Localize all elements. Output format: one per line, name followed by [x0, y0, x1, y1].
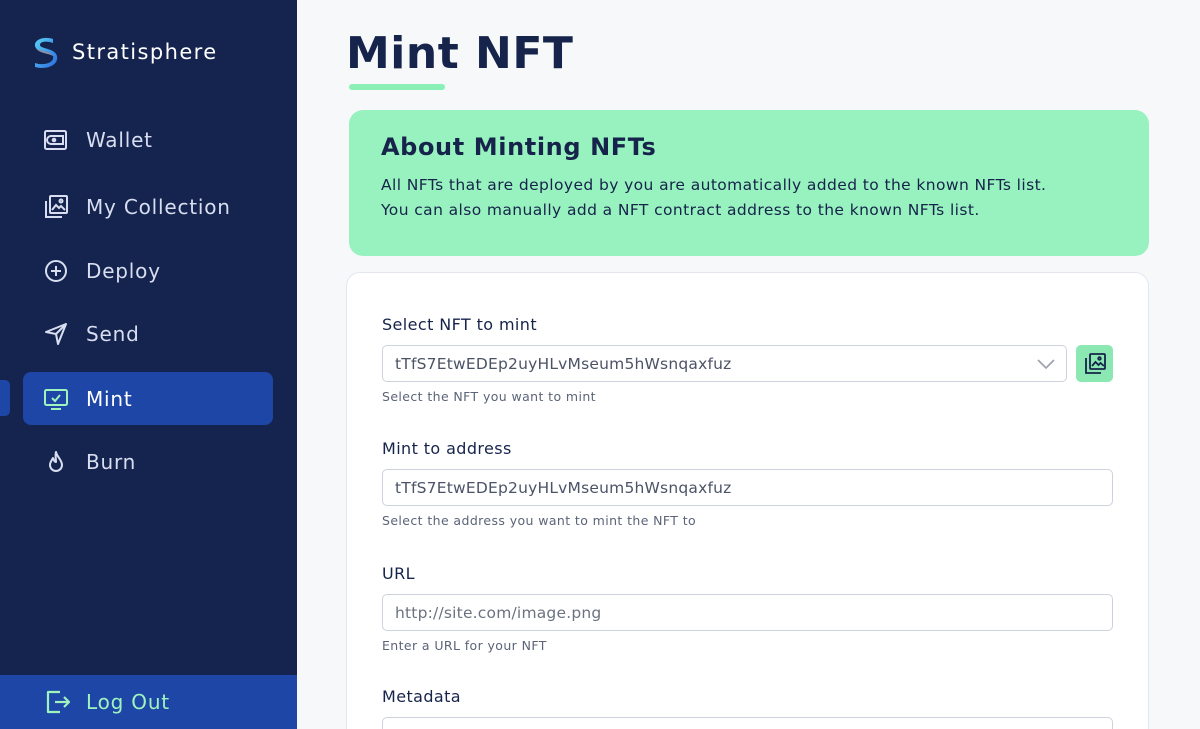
title-underline — [349, 84, 445, 90]
nav-label-deploy: Deploy — [86, 258, 161, 283]
brand[interactable]: Stratisphere — [29, 35, 218, 69]
info-text-line-2: You can also manually add a NFT contract… — [381, 201, 980, 219]
about-minting-card: About Minting NFTs All NFTs that are dep… — [349, 110, 1149, 256]
nav-item-my-collection[interactable]: My Collection — [23, 180, 273, 233]
stratisphere-logo-icon — [34, 37, 58, 68]
wallet-icon — [43, 127, 69, 153]
url-help: Enter a URL for your NFT — [382, 638, 547, 653]
nav-label-wallet: Wallet — [86, 127, 153, 152]
info-text-line-1: All NFTs that are deployed by you are au… — [381, 176, 1047, 194]
logout-button[interactable]: Log Out — [0, 675, 297, 729]
mint-to-label: Mint to address — [382, 439, 512, 458]
mint-to-help: Select the address you want to mint the … — [382, 513, 697, 528]
url-placeholder: http://site.com/image.png — [395, 603, 602, 622]
gallery-icon — [43, 194, 69, 220]
send-icon — [43, 321, 69, 347]
select-nft-label: Select NFT to mint — [382, 315, 537, 334]
nav-item-send[interactable]: Send — [23, 307, 273, 360]
nav-label-my-collection: My Collection — [86, 194, 231, 219]
nav-item-mint[interactable]: Mint — [23, 372, 273, 425]
logout-icon — [44, 688, 72, 716]
gallery-icon — [1084, 352, 1106, 374]
nav-label-burn: Burn — [86, 449, 137, 474]
browse-collection-button[interactable] — [1076, 345, 1113, 382]
url-label: URL — [382, 564, 415, 583]
active-nav-marker — [0, 380, 10, 416]
flame-icon — [43, 449, 69, 475]
brand-name: Stratisphere — [72, 40, 218, 64]
nav-item-burn[interactable]: Burn — [23, 435, 273, 488]
select-nft-value: tTfS7EtwEDEp2uyHLvMseum5hWsnqaxfuz — [395, 354, 732, 373]
metadata-input[interactable] — [382, 717, 1113, 729]
nav-item-deploy[interactable]: Deploy — [23, 244, 273, 297]
mint-to-value: tTfS7EtwEDEp2uyHLvMseum5hWsnqaxfuz — [395, 478, 732, 497]
sidebar: Stratisphere Wallet My Collection Deploy… — [0, 0, 297, 729]
nav-label-mint: Mint — [86, 386, 133, 411]
plus-circle-icon — [43, 258, 69, 284]
nav-label-send: Send — [86, 321, 140, 346]
monitor-check-icon — [43, 386, 69, 412]
select-nft-dropdown[interactable]: tTfS7EtwEDEp2uyHLvMseum5hWsnqaxfuz — [382, 345, 1067, 382]
page-title: Mint NFT — [346, 28, 574, 79]
select-nft-help: Select the NFT you want to mint — [382, 389, 596, 404]
mint-form: Select NFT to mint tTfS7EtwEDEp2uyHLvMse… — [346, 272, 1149, 729]
metadata-label: Metadata — [382, 687, 461, 706]
info-title: About Minting NFTs — [381, 133, 657, 161]
chevron-down-icon — [1037, 359, 1055, 370]
nav-item-wallet[interactable]: Wallet — [23, 113, 273, 166]
logout-label: Log Out — [86, 690, 170, 714]
mint-to-address-field[interactable]: tTfS7EtwEDEp2uyHLvMseum5hWsnqaxfuz — [382, 469, 1113, 506]
url-input[interactable]: http://site.com/image.png — [382, 594, 1113, 631]
